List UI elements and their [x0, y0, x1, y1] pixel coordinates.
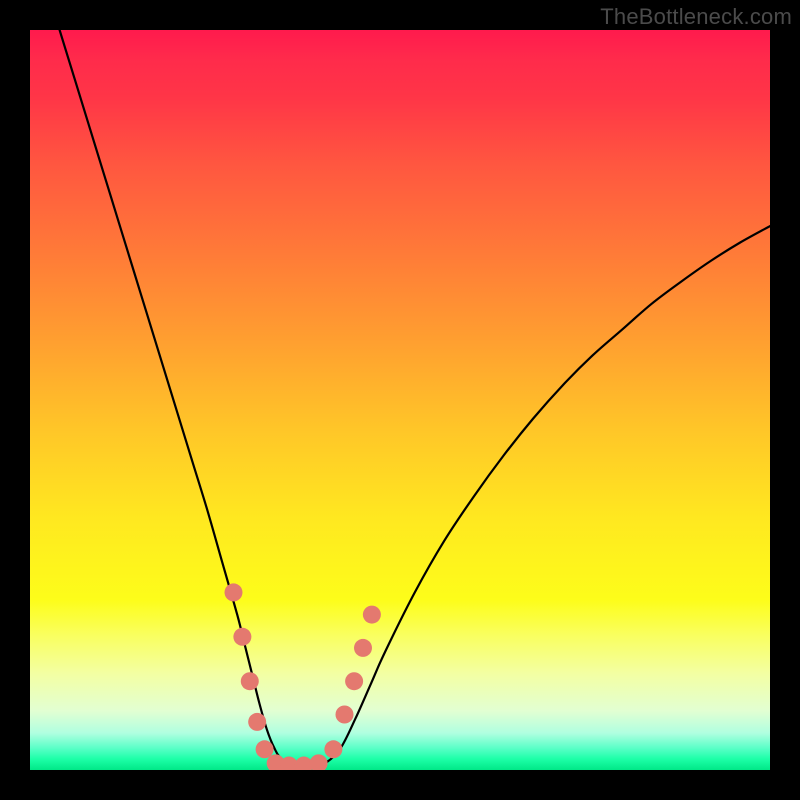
- marker-dot: [225, 583, 243, 601]
- marker-dot: [233, 628, 251, 646]
- bottleneck-curve: [60, 30, 770, 767]
- chart-frame: TheBottleneck.com: [0, 0, 800, 800]
- marker-dot: [363, 606, 381, 624]
- marker-dot: [354, 639, 372, 657]
- marker-dot: [345, 672, 363, 690]
- marker-dot: [336, 706, 354, 724]
- plot-area: [30, 30, 770, 770]
- marker-dot: [310, 754, 328, 770]
- watermark-text: TheBottleneck.com: [600, 4, 792, 30]
- marker-dot: [324, 740, 342, 758]
- highlight-markers: [225, 583, 381, 770]
- marker-dot: [241, 672, 259, 690]
- curve-layer: [30, 30, 770, 770]
- marker-dot: [256, 740, 274, 758]
- marker-dot: [248, 713, 266, 731]
